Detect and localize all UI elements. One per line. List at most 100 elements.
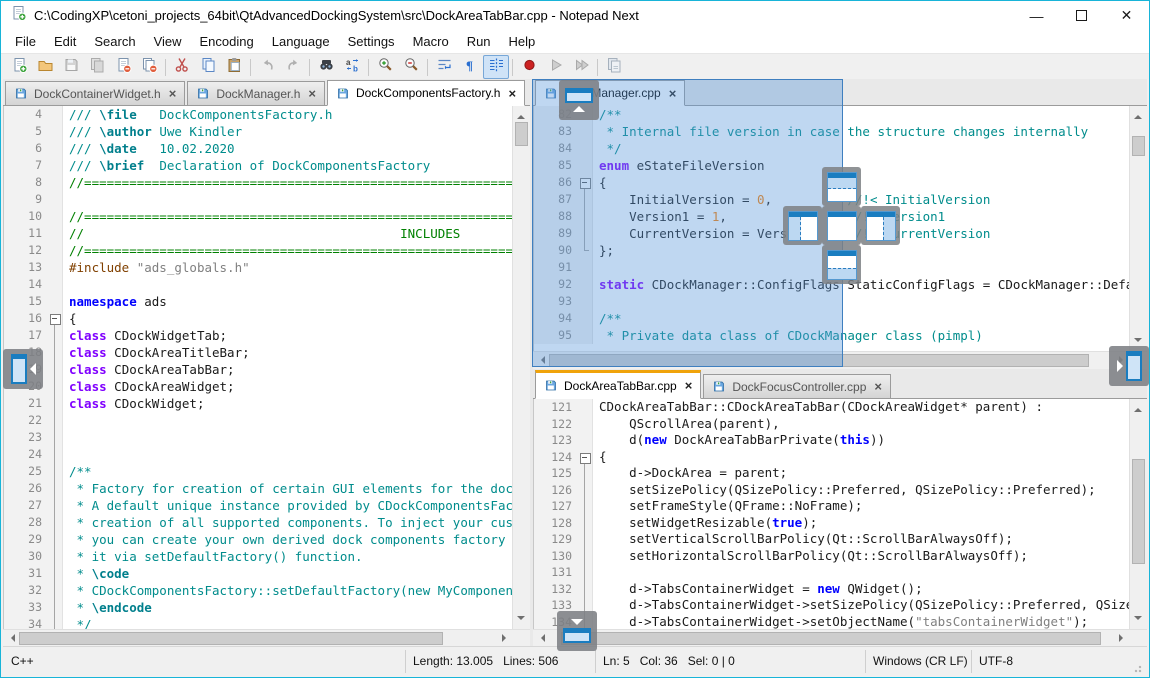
scroll-left-icon[interactable] [537, 634, 545, 642]
replace-button[interactable]: ab [339, 55, 365, 79]
undo-button[interactable] [254, 55, 280, 79]
dock-edge-top-indicator[interactable] [559, 80, 599, 120]
scroll-down-icon[interactable] [1134, 616, 1142, 624]
fold-margin [48, 565, 63, 582]
tab-dockcontainerwidget-h[interactable]: DockContainerWidget.h× [5, 81, 185, 105]
code-line: 129 setVerticalScrollBarPolicy(Qt::Scrol… [534, 531, 1130, 548]
indent-guide-button[interactable] [483, 55, 509, 79]
scroll-up-icon[interactable] [517, 111, 525, 119]
menu-item-run[interactable]: Run [458, 30, 500, 53]
menu-item-encoding[interactable]: Encoding [191, 30, 263, 53]
menu-item-edit[interactable]: Edit [45, 30, 85, 53]
fold-margin [578, 482, 593, 499]
redo-button[interactable] [280, 55, 306, 79]
bottom-vertical-scrollbar[interactable] [1129, 399, 1147, 629]
close-file-button[interactable] [110, 55, 136, 79]
toolbar: ab ¶ [1, 53, 1149, 80]
scrollbar-thumb[interactable] [19, 632, 443, 645]
scrollbar-thumb[interactable] [1132, 136, 1145, 156]
save-macro-button[interactable] [601, 55, 627, 79]
code-text: /** [63, 463, 513, 480]
bottom-tab-bar: DockAreaTabBar.cpp×DockFocusController.c… [533, 372, 1147, 399]
dock-edge-left-indicator[interactable] [3, 349, 43, 389]
tab-close-icon[interactable]: × [685, 379, 693, 392]
scroll-right-icon[interactable] [502, 634, 510, 642]
dock-right-indicator[interactable] [861, 206, 900, 245]
scroll-up-icon[interactable] [1134, 404, 1142, 412]
code-line: 33 * \endcode [4, 599, 513, 616]
close-all-button[interactable] [136, 55, 162, 79]
dock-top-indicator[interactable] [822, 167, 861, 206]
dock-left-indicator[interactable] [783, 206, 822, 245]
scroll-down-icon[interactable] [517, 616, 525, 624]
tab-dockcomponentsfactory-h[interactable]: DockComponentsFactory.h× [327, 80, 525, 106]
menu-item-view[interactable]: View [145, 30, 191, 53]
tab-dockfocuscontroller-cpp[interactable]: DockFocusController.cpp× [703, 374, 891, 398]
menu-item-settings[interactable]: Settings [339, 30, 404, 53]
find-button[interactable] [313, 55, 339, 79]
new-file-button[interactable] [6, 55, 32, 79]
fold-collapse-icon[interactable] [580, 453, 591, 464]
menu-item-macro[interactable]: Macro [404, 30, 458, 53]
scroll-right-icon[interactable] [1119, 634, 1127, 642]
copy-button[interactable] [195, 55, 221, 79]
scrollbar-thumb[interactable] [1132, 459, 1145, 564]
scrollbar-thumb[interactable] [515, 122, 528, 146]
maximize-button[interactable] [1059, 1, 1104, 30]
menu-item-search[interactable]: Search [85, 30, 144, 53]
resize-grip[interactable] [1134, 663, 1144, 673]
code-line: 125 d->DockArea = parent; [534, 465, 1130, 482]
close-button[interactable]: ✕ [1104, 1, 1149, 30]
line-number: 26 [4, 480, 48, 497]
language-indicator: C++ [11, 654, 34, 668]
play-macro-button[interactable] [542, 55, 568, 79]
paste-button[interactable] [221, 55, 247, 79]
open-file-button[interactable] [32, 55, 58, 79]
fold-margin [578, 498, 593, 515]
bottom-editor[interactable]: 121CDockAreaTabBar::CDockAreaTabBar(CDoc… [533, 399, 1147, 629]
dock-bottom-indicator[interactable] [822, 245, 861, 284]
tab-close-icon[interactable]: × [874, 380, 882, 393]
left-vertical-scrollbar[interactable] [512, 106, 530, 629]
tab-close-icon[interactable]: × [508, 87, 516, 100]
left-horizontal-scrollbar[interactable] [3, 629, 530, 647]
run-macro-multiple-button[interactable] [568, 55, 594, 79]
zoom-in-icon [377, 57, 394, 78]
zoom-out-button[interactable] [398, 55, 424, 79]
cursor-position: Ln: 5 Col: 36 Sel: 0 | 0 [603, 654, 735, 668]
top-vertical-scrollbar[interactable] [1129, 106, 1147, 351]
menu-item-language[interactable]: Language [263, 30, 339, 53]
show-all-characters-button[interactable]: ¶ [457, 55, 483, 79]
record-macro-button[interactable] [516, 55, 542, 79]
saved-file-icon [544, 379, 558, 392]
tab-close-icon[interactable]: × [169, 87, 177, 100]
cut-button[interactable] [169, 55, 195, 79]
dock-edge-bottom-indicator[interactable] [557, 611, 597, 651]
dock-center-indicator[interactable] [822, 206, 861, 245]
line-number: 129 [534, 531, 578, 548]
scroll-up-icon[interactable] [1134, 111, 1142, 119]
menu-item-file[interactable]: File [6, 30, 45, 53]
fold-margin[interactable] [578, 449, 593, 466]
minimize-button[interactable]: — [1014, 1, 1059, 30]
scrollbar-thumb[interactable] [561, 632, 1101, 645]
fold-collapse-icon[interactable] [50, 314, 61, 325]
svg-text:b: b [353, 64, 358, 73]
save-all-button[interactable] [84, 55, 110, 79]
code-line: 122 QScrollArea(parent), [534, 416, 1130, 433]
tab-dockareatabbar-cpp[interactable]: DockAreaTabBar.cpp× [535, 370, 701, 399]
fold-margin[interactable] [48, 310, 63, 327]
tab-dockmanager-h[interactable]: DockManager.h× [187, 81, 325, 105]
dock-edge-right-indicator[interactable] [1109, 346, 1149, 386]
left-editor[interactable]: 4/// \file DockComponentsFactory.h5/// \… [3, 106, 530, 629]
mini-window-icon [565, 88, 593, 103]
menu-item-help[interactable]: Help [500, 30, 545, 53]
code-line: 133 d->TabsContainerWidget->setSizePolic… [534, 597, 1130, 614]
scroll-down-icon[interactable] [1134, 338, 1142, 346]
tab-close-icon[interactable]: × [308, 87, 316, 100]
zoom-in-button[interactable] [372, 55, 398, 79]
save-file-button[interactable] [58, 55, 84, 79]
bottom-horizontal-scrollbar[interactable] [533, 629, 1147, 647]
word-wrap-button[interactable] [431, 55, 457, 79]
scroll-left-icon[interactable] [7, 634, 15, 642]
